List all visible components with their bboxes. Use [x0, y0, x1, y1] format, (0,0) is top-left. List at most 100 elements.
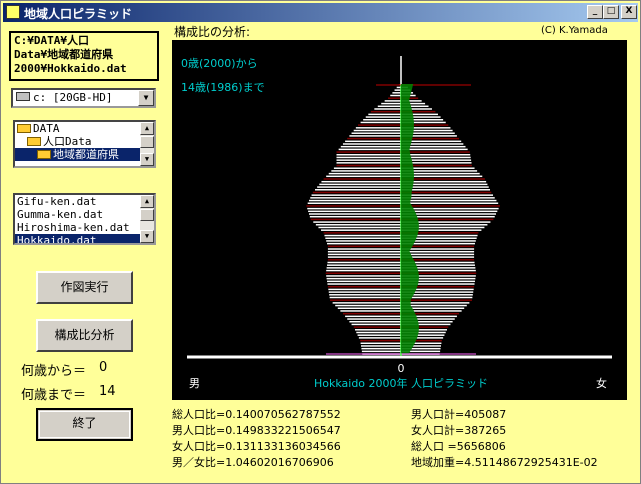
- male-bar: [342, 312, 401, 315]
- age-from-value: 0: [99, 360, 108, 375]
- male-bar: [328, 288, 401, 291]
- male-bar: [374, 108, 401, 110]
- male-bar: [360, 121, 401, 124]
- app-icon: [6, 5, 20, 19]
- male-bar: [340, 145, 401, 148]
- male-bar: [323, 178, 401, 180]
- male-bar: [365, 116, 401, 118]
- maximize-button[interactable]: □: [603, 5, 619, 19]
- exit-button[interactable]: 終了: [36, 408, 133, 441]
- file-item[interactable]: Gifu-ken.dat: [15, 195, 154, 208]
- stat-right-3: 地域加重=4.51148672925431E-02: [411, 456, 598, 469]
- male-bar: [377, 105, 401, 108]
- male-bar: [329, 294, 401, 296]
- male-bar: [336, 164, 401, 167]
- age-to-value: 14: [99, 384, 116, 399]
- stat-left-0: 総人口比=0.140070562787552: [172, 408, 341, 421]
- female-bar: [401, 183, 488, 186]
- file-item[interactable]: Hiroshima-ken.dat: [15, 221, 154, 234]
- scroll-up-icon[interactable]: ▲: [140, 195, 154, 208]
- file-item[interactable]: Hokkaido.dat: [15, 234, 154, 243]
- folder-item[interactable]: 人口Data: [15, 135, 154, 148]
- male-bar: [336, 159, 401, 161]
- male-bar: [340, 310, 401, 312]
- folder-item[interactable]: DATA: [15, 122, 154, 135]
- overlay-from-label: 0歳(2000)から: [181, 57, 258, 70]
- male-bar: [308, 210, 401, 213]
- scroll-down-icon[interactable]: ▼: [140, 153, 154, 166]
- file-path-display: C:¥DATA¥人口 Data¥地域都道府県 2000¥Hokkaido.dat: [9, 31, 159, 81]
- folder-list[interactable]: DATA 人口Data 地域都道府県 ▲ ▼: [13, 120, 156, 168]
- male-bar: [327, 280, 401, 283]
- male-bar: [355, 127, 401, 129]
- folder-icon: [37, 150, 51, 159]
- female-bar: [401, 199, 497, 202]
- file-item[interactable]: Gumma-ken.dat: [15, 208, 154, 221]
- folder-scrollbar[interactable]: ▲ ▼: [140, 122, 154, 166]
- female-bar: [401, 194, 494, 196]
- male-bar: [307, 202, 401, 204]
- folder-item[interactable]: 地域都道府県: [15, 148, 154, 161]
- folder-icon: [27, 137, 41, 146]
- chevron-down-icon[interactable]: ▼: [138, 90, 154, 106]
- male-bar: [327, 259, 401, 261]
- male-bar: [390, 94, 401, 97]
- male-bar: [329, 296, 401, 299]
- male-bar: [308, 213, 401, 215]
- close-button[interactable]: X: [621, 5, 637, 19]
- age-from-label: 何歳から＝: [21, 364, 87, 379]
- female-bar: [401, 250, 475, 253]
- male-bar: [326, 240, 401, 242]
- scroll-up-icon[interactable]: ▲: [140, 122, 154, 135]
- male-bar: [327, 256, 401, 258]
- female-bar: [401, 253, 475, 256]
- file-list[interactable]: Gifu-ken.dat Gumma-ken.dat Hiroshima-ken.d…: [13, 193, 156, 245]
- file-scrollbar[interactable]: ▲ ▼: [140, 195, 154, 243]
- male-bar: [333, 167, 401, 169]
- chart-caption: Hokkaido 2000年 人口ピラミッド: [314, 376, 488, 390]
- scroll-thumb[interactable]: [140, 136, 154, 148]
- folder-icon: [17, 124, 31, 133]
- minimize-button[interactable]: _: [587, 5, 603, 19]
- male-bar: [392, 92, 401, 94]
- male-bar: [311, 194, 401, 196]
- analyze-button[interactable]: 構成比分析: [36, 319, 133, 352]
- male-bar: [361, 345, 401, 347]
- female-bar: [401, 148, 468, 151]
- male-bar: [318, 226, 401, 229]
- male-bar: [331, 170, 401, 172]
- male-bar: [327, 261, 401, 264]
- male-bar: [361, 350, 401, 353]
- male-bar: [360, 339, 401, 342]
- female-bar: [401, 145, 466, 148]
- female-bar: [401, 299, 472, 301]
- scroll-thumb[interactable]: [140, 209, 154, 221]
- male-bar: [336, 154, 401, 156]
- male-bar: [328, 172, 401, 175]
- male-bar: [326, 269, 401, 272]
- title-bar[interactable]: 地域人口ピラミッド _ □ X: [3, 3, 638, 22]
- male-bar: [353, 129, 401, 132]
- male-bar: [381, 102, 401, 105]
- male-bar: [363, 119, 401, 121]
- draw-button[interactable]: 作図実行: [36, 271, 133, 304]
- male-bar: [394, 89, 401, 91]
- scroll-down-icon[interactable]: ▼: [140, 230, 154, 243]
- male-bar: [321, 229, 401, 231]
- stat-right-1: 女人口計=387265: [411, 424, 507, 437]
- male-bar: [347, 137, 401, 140]
- male-bar: [360, 342, 401, 345]
- drive-select[interactable]: c: [20GB-HD] ▼: [11, 88, 156, 108]
- male-bar: [325, 237, 401, 239]
- male-bar: [338, 148, 401, 151]
- male-bar: [327, 242, 401, 245]
- female-bar: [401, 210, 498, 213]
- stat-left-2: 女人口比=0.131133136034566: [172, 440, 341, 453]
- male-bar: [337, 307, 401, 310]
- male-bar: [345, 140, 401, 143]
- male-bar: [327, 250, 401, 253]
- male-bar: [327, 264, 401, 266]
- male-bar: [358, 124, 401, 126]
- male-bar: [327, 283, 401, 285]
- male-bar: [361, 347, 401, 350]
